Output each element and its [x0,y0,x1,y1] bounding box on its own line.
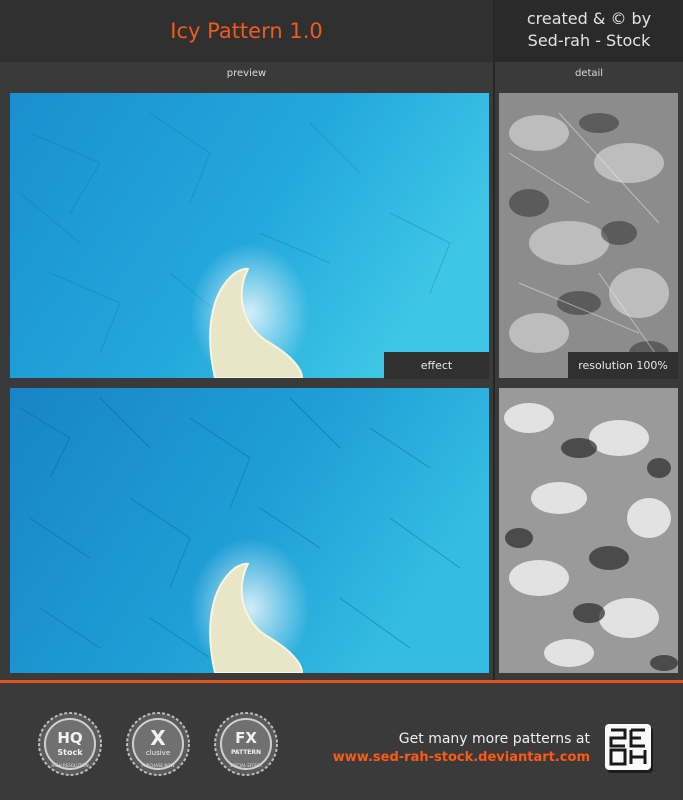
sed-rah-logo-icon [605,724,651,770]
detail-image-effect [499,388,678,673]
badge-3-sub: PATTERN [231,749,261,756]
page-title: Icy Pattern 1.0 [170,19,323,43]
badge-2-sub: clusive [146,749,170,757]
credit-line-1: created & © by [526,9,652,28]
deviantart-link[interactable]: www.sed-rah-stock.deviantart.com [300,750,590,765]
preview-label: preview [226,68,267,79]
badge-3-ring: SPECIAL EFFECT [230,763,263,768]
badge-1-main: HQ [57,729,82,747]
badge-1-sub: Stock [57,748,83,757]
preview-image-plain [10,93,489,378]
resolution-tag: resolution 100% [568,352,678,379]
credit-line-2: Sed-rah - Stock [527,31,651,50]
badge-3-main: FX [235,729,257,747]
badge-1-ring: HIGH RESOLUTION [51,763,88,768]
badge-2-ring: PURCHASE NOW [142,763,175,768]
detail-label: detail [574,68,604,79]
exclusive-badge: X clusive PURCHASE NOW [126,712,190,776]
effect-tag: effect [384,352,489,379]
detail-image-plain [499,93,678,378]
fx-pattern-badge: FX PATTERN SPECIAL EFFECT [214,712,278,776]
badge-2-main: X [150,726,166,750]
credit-text: created & © by Sed-rah - Stock [495,8,683,52]
hq-stock-badge: HQ Stock HIGH RESOLUTION [38,712,102,776]
column-divider [493,0,495,680]
promo-text: Get many more patterns at [398,731,590,747]
preview-image-effect [10,388,489,673]
